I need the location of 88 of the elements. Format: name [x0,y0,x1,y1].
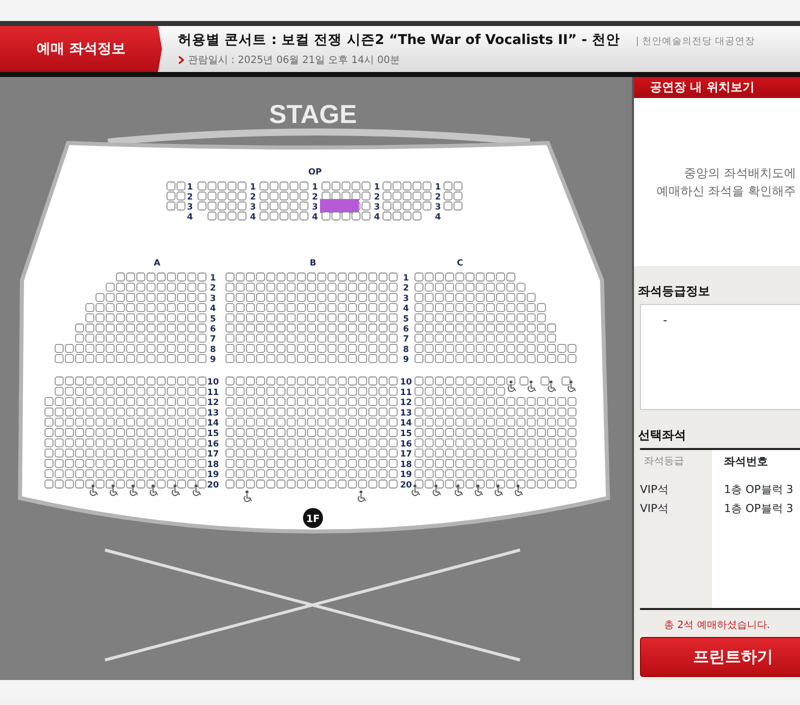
row-number: 7 [210,334,216,345]
row-number: 13 [207,408,219,418]
table-cell-text: 1층 OP블럭 3 [723,482,794,498]
table-cell-text: 1층 OP블럭 3 [723,501,794,517]
row-number: 6 [210,324,216,334]
table-cell-text: VIP석 [640,501,670,517]
row-number: 18 [400,460,412,470]
section-label: A [154,258,160,268]
row-number: 4 [403,304,409,314]
summary-text: 총 2석 예매하셨습니다. [663,619,771,633]
row-number: 16 [400,439,412,450]
table-cell-text: VIP석 [640,482,670,498]
row-number: 19 [207,470,219,480]
row-number: 15 [400,429,412,439]
section-heading: 선택좌석 [637,427,687,444]
row-number: 12 [207,398,219,408]
row-number: 2 [374,192,380,202]
row-number: 5 [210,314,216,324]
row-number: 2 [403,284,409,294]
row-number: 10 [207,378,219,388]
row-number: 3 [374,202,380,212]
row-number: 13 [400,408,412,418]
row-number: 17 [207,450,219,460]
row-number: 16 [207,439,219,450]
row-number: 14 [207,418,219,429]
info-text: 중앙의 좌석배치도에 [683,165,796,182]
row-number: 17 [400,450,412,460]
floor-badge [303,508,323,528]
concert-title: 허용별 콘서트 : 보컬 전쟁 시즌2 “The War of Vocalists II” - 천안 [178,31,620,50]
row-number: 4 [210,304,216,314]
row-number: 2 [210,284,216,294]
row-number: 19 [400,470,412,480]
section-heading: 좌석등급정보 [637,283,711,300]
row-number: 1 [403,274,409,284]
performance-date: 관람일시 : 2025년 06월 21일 오후 14시 00분 [188,54,400,68]
section-label: B [310,258,316,268]
row-number: 8 [403,344,409,355]
info-text: 예매하신 좌석을 확인해주 [655,183,796,200]
row-number: 3 [435,202,441,212]
row-number: 8 [210,344,216,355]
row-number: 2 [187,192,193,202]
row-number: 4 [374,212,380,222]
row-number: 6 [403,324,409,334]
seat-row[interactable] [166,182,462,190]
row-number: 20 [207,480,219,490]
row-number: 3 [250,202,256,212]
row-number: 9 [403,355,409,366]
floor-label: 1F [306,514,320,525]
row-number: 1 [250,182,256,192]
row-number: 10 [400,378,412,388]
row-number: 4 [250,212,256,222]
row-number: 3 [403,294,409,304]
row-number: 12 [400,398,412,408]
row-number: 3 [210,294,216,304]
row-number: 11 [400,388,412,398]
row-number: 1 [210,274,216,284]
row-number: 3 [312,202,318,212]
row-number: 14 [400,418,412,429]
row-number: 1 [312,182,318,192]
row-number: 9 [210,355,216,366]
section-label: 예매 좌석정보 [0,26,162,72]
row-number: 4 [435,212,441,222]
row-number: 5 [403,314,409,324]
row-number: 2 [312,192,318,202]
row-number: 15 [207,429,219,439]
row-number: 11 [207,388,219,398]
venue-name: | 천안예술의전당 대공연장 [636,35,756,50]
row-number: 20 [400,480,412,490]
row-number: 4 [312,212,318,222]
panel-title: 공연장 내 위치보기 [634,77,800,98]
row-number: 1 [374,182,380,192]
row-number: 7 [403,334,409,345]
seat-row[interactable] [166,192,462,200]
seat-row[interactable] [208,212,422,220]
section-label: C [456,258,464,268]
print-button[interactable]: 프린트하기 [640,637,800,677]
row-number: 1 [435,182,441,192]
column-header: 좌석등급 [643,455,685,469]
block-label: OP [308,168,322,178]
grade-value: - [662,312,668,329]
row-number: 3 [187,202,193,212]
row-number: 4 [187,212,193,222]
row-number: 2 [435,192,441,202]
row-number: 18 [207,460,219,470]
chevron-icon [178,56,184,64]
row-number: 1 [187,182,193,192]
row-number: 2 [250,192,256,202]
stage-label: STAGE [269,99,357,129]
